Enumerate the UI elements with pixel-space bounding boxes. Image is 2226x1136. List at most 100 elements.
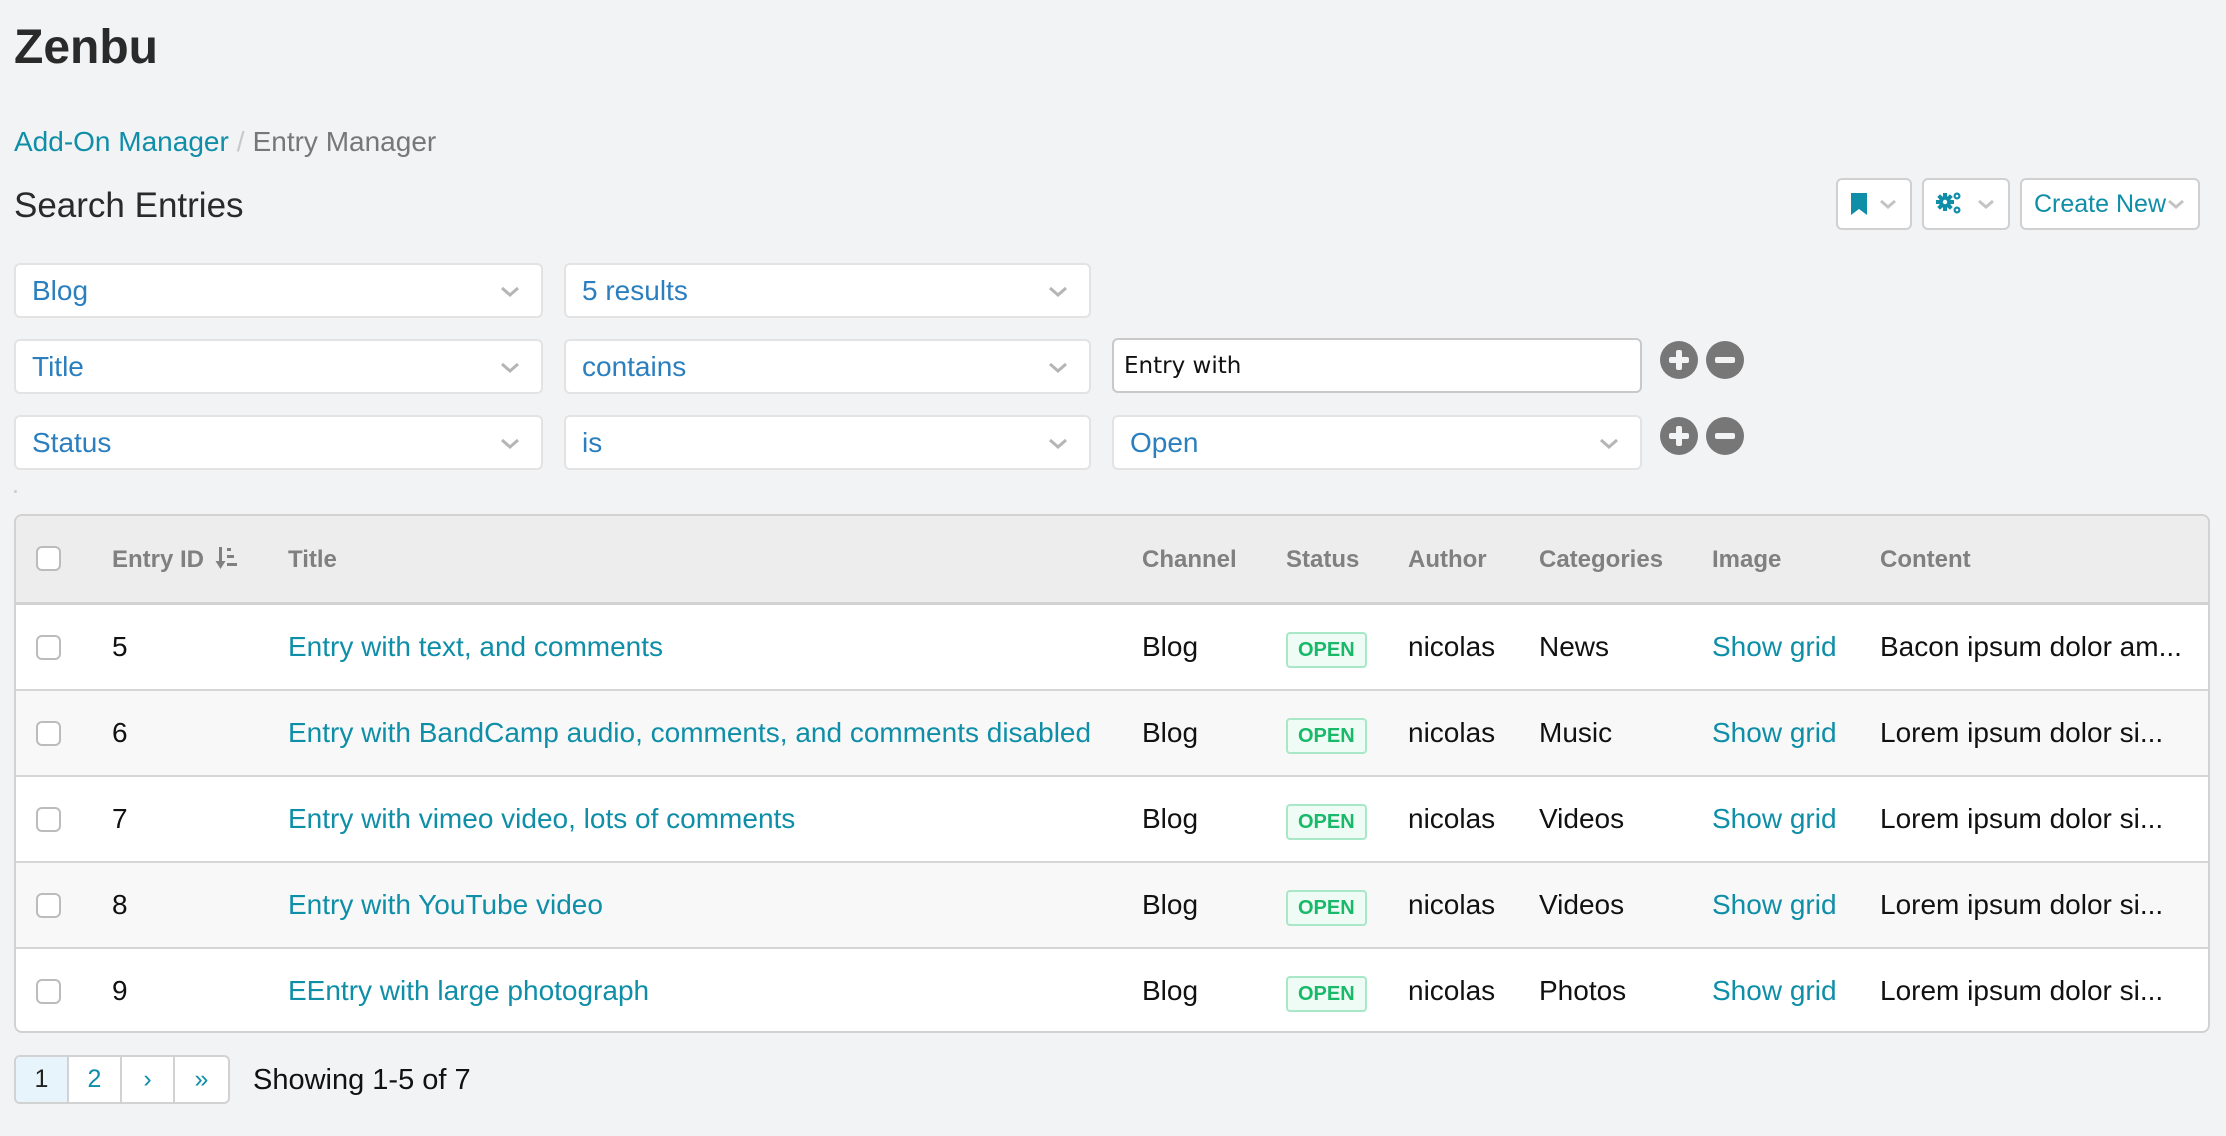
entry-title-link[interactable]: EEntry with large photograph — [288, 975, 649, 1007]
gears-icon — [1936, 192, 1961, 214]
bookmark-dropdown-button[interactable] — [1836, 178, 1912, 230]
status-badge: OPEN — [1286, 976, 1367, 1012]
entry-channel: Blog — [1142, 975, 1199, 1006]
limit-select-value: 5 results — [582, 274, 688, 306]
rule-operator-select[interactable]: contains — [564, 339, 1091, 394]
page-2-button[interactable]: 2 — [69, 1057, 122, 1102]
create-new-label: Create New — [2034, 189, 2166, 218]
entry-content: Lorem ipsum dolor si... — [1880, 717, 2164, 748]
table-row: 7 Entry with vimeo video, lots of commen… — [16, 777, 2208, 863]
column-header-image[interactable]: Image — [1712, 546, 1781, 574]
entry-id: 7 — [112, 803, 128, 834]
select-all-checkbox[interactable] — [36, 546, 61, 571]
status-badge: OPEN — [1286, 632, 1367, 668]
breadcrumb: Add-On Manager / Entry Manager — [14, 126, 436, 158]
column-header-entry-id[interactable]: Entry ID — [112, 546, 239, 574]
row-checkbox[interactable] — [36, 979, 61, 1004]
rule-operator-select[interactable]: is — [564, 415, 1091, 470]
app-title: Zenbu — [14, 21, 158, 74]
entry-categories: Videos — [1539, 889, 1625, 920]
column-header-channel[interactable]: Channel — [1142, 546, 1237, 574]
chevron-down-icon — [501, 438, 519, 449]
column-header-status[interactable]: Status — [1286, 546, 1359, 574]
chevron-down-icon — [501, 362, 519, 373]
row-checkbox[interactable] — [36, 635, 61, 660]
chevron-down-icon — [1049, 362, 1067, 373]
page-title: Search Entries — [14, 186, 244, 225]
show-grid-link[interactable]: Show grid — [1712, 803, 1837, 835]
show-grid-link[interactable]: Show grid — [1712, 889, 1837, 921]
divider-dot — [14, 490, 17, 493]
row-checkbox[interactable] — [36, 893, 61, 918]
entry-categories: Videos — [1539, 803, 1625, 834]
entry-title-link[interactable]: Entry with vimeo video, lots of comments — [288, 803, 795, 835]
rule-value-select[interactable]: Open — [1112, 415, 1642, 470]
last-page-button[interactable]: » — [175, 1057, 228, 1102]
entries-table: Entry ID Title Channel Status Author Cat… — [14, 514, 2210, 1033]
entry-id: 8 — [112, 889, 128, 920]
column-header-author[interactable]: Author — [1408, 546, 1487, 574]
column-header-content[interactable]: Content — [1880, 546, 1971, 574]
entry-content: Bacon ipsum dolor am... — [1880, 631, 2182, 662]
table-row: 6 Entry with BandCamp audio, comments, a… — [16, 691, 2208, 777]
rule-field-select[interactable]: Title — [14, 339, 543, 394]
entry-author: nicolas — [1408, 717, 1496, 748]
entry-channel: Blog — [1142, 803, 1199, 834]
rule-field-select[interactable]: Status — [14, 415, 543, 470]
column-header-title[interactable]: Title — [288, 546, 337, 574]
page-1-button[interactable]: 1 — [16, 1057, 69, 1102]
rule-field-value: Status — [32, 426, 112, 458]
entry-author: nicolas — [1408, 889, 1496, 920]
rule-field-value: Title — [32, 350, 84, 382]
breadcrumb-addon-manager[interactable]: Add-On Manager — [14, 126, 229, 157]
table-header: Entry ID Title Channel Status Author Cat… — [16, 516, 2208, 605]
breadcrumb-current: Entry Manager — [252, 126, 437, 157]
chevron-down-icon — [1049, 438, 1067, 449]
show-grid-link[interactable]: Show grid — [1712, 975, 1837, 1007]
entry-author: nicolas — [1408, 631, 1496, 662]
limit-select[interactable]: 5 results — [564, 263, 1091, 318]
entry-title-link[interactable]: Entry with YouTube video — [288, 889, 603, 921]
entry-categories: Music — [1539, 717, 1613, 748]
chevron-down-icon — [1978, 199, 1994, 209]
show-grid-link[interactable]: Show grid — [1712, 717, 1837, 749]
entry-title-link[interactable]: Entry with text, and comments — [288, 631, 663, 663]
table-row: 8 Entry with YouTube video Blog OPEN nic… — [16, 863, 2208, 949]
entry-id: 9 — [112, 975, 128, 1006]
rule-value-input[interactable] — [1112, 338, 1642, 393]
rule-operator-value: is — [582, 426, 603, 458]
breadcrumb-separator: / — [236, 126, 245, 157]
settings-dropdown-button[interactable] — [1922, 178, 2010, 230]
remove-rule-button[interactable] — [1706, 417, 1744, 455]
entry-id: 5 — [112, 631, 128, 662]
show-grid-link[interactable]: Show grid — [1712, 631, 1837, 663]
create-new-dropdown-button[interactable]: Create New — [2020, 178, 2200, 230]
entry-channel: Blog — [1142, 889, 1199, 920]
rule-operator-value: contains — [582, 350, 687, 382]
sort-ascending-icon — [215, 547, 237, 569]
status-badge: OPEN — [1286, 718, 1367, 754]
entry-title-link[interactable]: Entry with BandCamp audio, comments, and… — [288, 717, 1091, 749]
column-header-categories[interactable]: Categories — [1539, 546, 1663, 574]
chevron-down-icon — [1049, 286, 1067, 297]
rule-value-select-value: Open — [1130, 426, 1199, 458]
entry-content: Lorem ipsum dolor si... — [1880, 975, 2164, 1006]
entry-author: nicolas — [1408, 803, 1496, 834]
row-checkbox[interactable] — [36, 807, 61, 832]
chevron-down-icon — [1880, 199, 1896, 209]
remove-rule-button[interactable] — [1706, 341, 1744, 379]
row-checkbox[interactable] — [36, 721, 61, 746]
add-rule-button[interactable] — [1660, 417, 1698, 455]
chevron-down-icon — [501, 286, 519, 297]
pagination-status: Showing 1-5 of 7 — [253, 1064, 471, 1096]
bookmark-icon — [1851, 193, 1867, 215]
add-rule-button[interactable] — [1660, 341, 1698, 379]
entry-author: nicolas — [1408, 975, 1496, 1006]
column-header-label: Entry ID — [112, 546, 205, 573]
table-row: 5 Entry with text, and comments Blog OPE… — [16, 605, 2208, 691]
entry-categories: News — [1539, 631, 1610, 662]
next-page-button[interactable]: › — [122, 1057, 175, 1102]
entry-content: Lorem ipsum dolor si... — [1880, 889, 2164, 920]
entry-channel: Blog — [1142, 631, 1199, 662]
channel-select[interactable]: Blog — [14, 263, 543, 318]
